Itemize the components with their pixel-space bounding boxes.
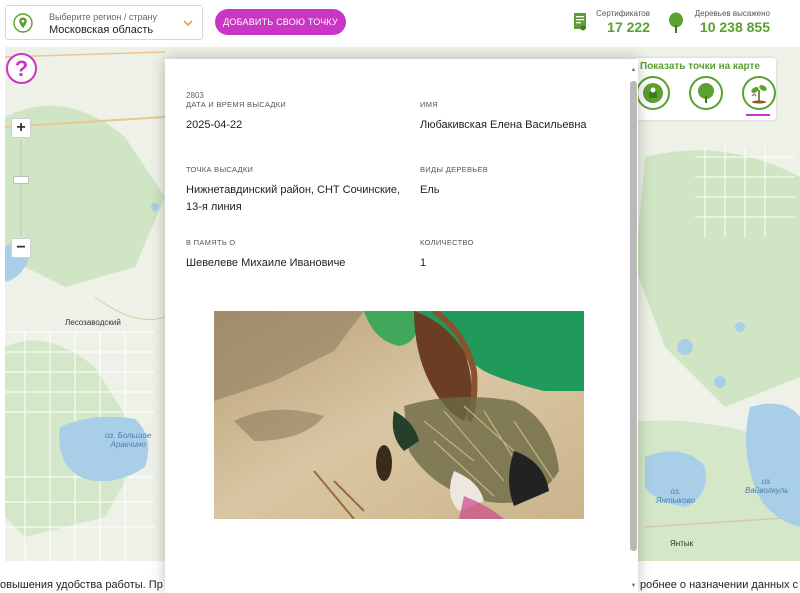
species-label: ВИДЫ ДЕРЕВЬЕВ: [420, 165, 489, 174]
trees-stat: Деревьев высажено 10 238 855: [668, 8, 770, 38]
region-label: Выберите регион / страну: [49, 12, 157, 22]
zoom-in-button[interactable]: +: [11, 118, 31, 138]
lake-label-line: Аракчино: [110, 440, 146, 449]
name-label: ИМЯ: [420, 100, 438, 109]
zoom-slider-handle[interactable]: [13, 176, 29, 184]
top-header: Выберите регион / страну Московская обла…: [0, 0, 800, 47]
trees-value: 10 238 855: [699, 19, 770, 35]
memory-value: Шевелеве Михаиле Ивановиче: [186, 257, 346, 269]
add-point-button[interactable]: ДОБАВИТЬ СВОЮ ТОЧКУ: [215, 9, 346, 35]
scrollbar-thumb[interactable]: [630, 81, 637, 551]
date-field: 2803 ДАТА И ВРЕМЯ ВЫСАДКИ 2025-04-22: [186, 91, 406, 134]
region-selector[interactable]: Выберите регион / страну Московская обла…: [5, 5, 203, 40]
show-points-title: Показать точки на карте: [640, 61, 760, 72]
lake-label-line: оз.: [761, 477, 772, 486]
zoom-track[interactable]: [20, 140, 22, 236]
planting-points-toggle[interactable]: [742, 76, 776, 110]
lake-label: оз. Большое Аракчино: [105, 431, 151, 449]
active-tab-indicator: [746, 114, 770, 116]
region-value: Московская область: [49, 24, 154, 36]
help-button[interactable]: ?: [6, 53, 37, 84]
tree-points-toggle[interactable]: [689, 76, 723, 110]
zoom-out-button[interactable]: −: [11, 238, 31, 258]
memorial-points-toggle[interactable]: [636, 76, 670, 110]
lake-label: оз. Вайволкуль: [745, 477, 788, 495]
cookie-notice-right: робнее о назначении данных с: [640, 579, 799, 591]
town-label: Лесозаводский: [65, 318, 121, 327]
point-field: ТОЧКА ВЫСАДКИ Нижнетавдинский район, СНТ…: [186, 165, 406, 216]
species-field: ВИДЫ ДЕРЕВЬЕВ Ель: [420, 165, 600, 199]
chevron-down-icon: [183, 20, 193, 27]
memory-label: В ПАМЯТЬ О: [186, 238, 236, 247]
point-value: Нижнетавдинский район, СНТ Сочинские, 13…: [186, 184, 401, 213]
lake-label-line: оз.: [670, 487, 681, 496]
planting-icon: [751, 85, 767, 104]
modal-scrollbar[interactable]: ▲ ▼: [630, 67, 637, 589]
point-label: ТОЧКА ВЫСАДКИ: [186, 165, 254, 174]
date-value: 2025-04-22: [186, 119, 243, 131]
location-pin-icon: [13, 13, 33, 33]
town-label: Янтык: [670, 539, 694, 548]
species-value: Ель: [420, 184, 440, 196]
trees-label: Деревьев высажено: [694, 9, 770, 18]
name-field: ИМЯ Любакивская Елена Васильевна: [420, 91, 600, 134]
show-points-panel: Показать точки на карте: [634, 58, 776, 120]
tree-icon: [698, 83, 714, 103]
lake-label-line: Янтыково: [656, 496, 696, 505]
cookie-notice-left: овышения удобства работы. Пр: [0, 579, 163, 591]
scroll-down-icon[interactable]: ▼: [630, 583, 637, 589]
lake-label: оз. Янтыково: [656, 487, 695, 505]
certificates-stat: Сертификатов 17 222: [573, 8, 650, 38]
zoom-control: + −: [11, 118, 31, 258]
photo-illustration: [214, 311, 584, 519]
planting-photo[interactable]: [214, 311, 584, 519]
certificate-icon: [574, 13, 586, 31]
date-label: ДАТА И ВРЕМЯ ВЫСАДКИ: [186, 100, 287, 109]
scroll-up-icon[interactable]: ▲: [630, 67, 637, 73]
tree-icon: [669, 12, 683, 33]
name-value: Любакивская Елена Васильевна: [420, 119, 587, 131]
certificates-label: Сертификатов: [596, 9, 650, 18]
record-id: 2803: [186, 91, 204, 100]
quantity-value: 1: [420, 257, 427, 269]
quantity-field: КОЛИЧЕСТВО 1: [420, 238, 600, 272]
memory-field: В ПАМЯТЬ О Шевелеве Михаиле Ивановиче: [186, 238, 356, 272]
lake-label-line: оз. Большое: [105, 431, 152, 440]
certificates-value: 17 222: [607, 19, 650, 35]
quantity-label: КОЛИЧЕСТВО: [420, 238, 474, 247]
lake-label-line: Вайволкуль: [745, 486, 789, 495]
memorial-tree-icon: [643, 83, 663, 103]
planting-record-modal: 2803 ДАТА И ВРЕМЯ ВЫСАДКИ 2025-04-22 ИМЯ…: [165, 59, 638, 593]
